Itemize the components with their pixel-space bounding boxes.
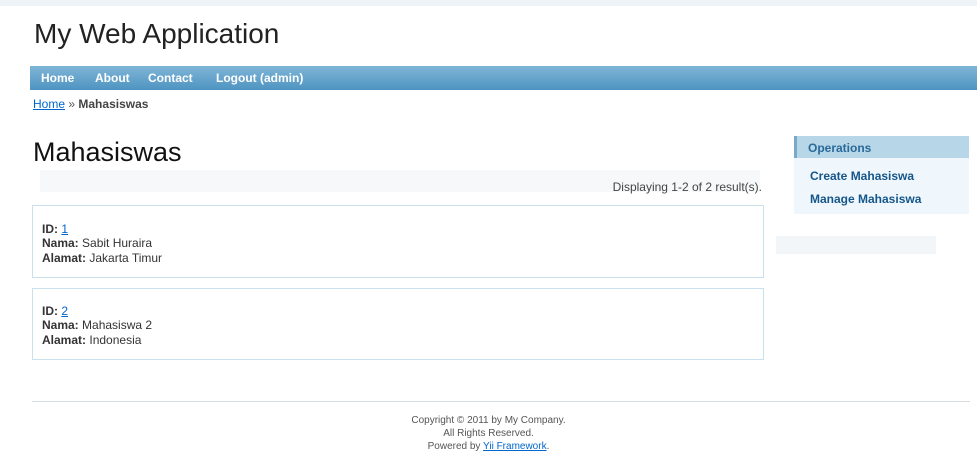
id-label: ID: (42, 304, 58, 318)
result-summary: Displaying 1-2 of 2 result(s). (612, 180, 762, 194)
app-title: My Web Application (34, 18, 280, 49)
alamat-value: Indonesia (89, 333, 142, 347)
create-mahasiswa-link[interactable]: Create Mahasiswa (810, 169, 914, 183)
footer-powered-suffix: . (546, 441, 550, 452)
list-item: ID: 1 Nama: Sabit Huraira Alamat: Jakart… (32, 205, 764, 278)
sidebar-header: Operations (794, 136, 969, 158)
footer-powered-prefix: Powered by (427, 441, 481, 452)
top-border (0, 0, 977, 6)
item-id-line: ID: 2 (42, 304, 68, 318)
page: My Web Application Home About Contact Lo… (0, 0, 977, 475)
nav-logout[interactable]: Logout (admin) (216, 71, 303, 85)
item-id-link[interactable]: 2 (61, 304, 68, 318)
alamat-value: Jakarta Timur (89, 251, 163, 265)
alamat-label: Alamat: (42, 251, 87, 265)
nav-contact[interactable]: Contact (148, 71, 193, 85)
page-title: Mahasiswas (33, 137, 182, 167)
footer-divider (32, 401, 970, 402)
footer-rights: All Rights Reserved. (443, 428, 534, 439)
footer-copyright: Copyright © 2011 by My Company. (411, 415, 566, 426)
item-id-link[interactable]: 1 (61, 222, 68, 236)
main-nav: Home About Contact Logout (admin) (30, 66, 977, 90)
breadcrumb-current: Mahasiswas (78, 97, 149, 111)
sidebar-title: Operations (808, 141, 872, 155)
nama-value: Sabit Huraira (82, 236, 153, 250)
yii-framework-link[interactable]: Yii Framework (483, 441, 547, 452)
breadcrumb: Home » Mahasiswas (33, 97, 148, 111)
id-label: ID: (42, 222, 58, 236)
ghost-side-bar (776, 236, 936, 254)
breadcrumb-home-link[interactable]: Home (33, 97, 65, 111)
footer-powered: Powered by Yii Framework. (0, 440, 977, 453)
operations-sidebar: Operations Create Mahasiswa Manage Mahas… (794, 136, 969, 214)
breadcrumb-separator: » (68, 97, 76, 111)
nama-label: Nama: (42, 236, 79, 250)
item-alamat-line: Alamat: Jakarta Timur (42, 251, 162, 265)
item-nama-line: Nama: Mahasiswa 2 (42, 318, 152, 332)
manage-mahasiswa-link[interactable]: Manage Mahasiswa (810, 192, 921, 206)
item-alamat-line: Alamat: Indonesia (42, 333, 141, 347)
nama-label: Nama: (42, 318, 79, 332)
alamat-label: Alamat: (42, 333, 87, 347)
item-nama-line: Nama: Sabit Huraira (42, 236, 152, 250)
nav-home[interactable]: Home (41, 71, 74, 85)
nav-about[interactable]: About (95, 71, 130, 85)
footer: Copyright © 2011 by My Company. All Righ… (0, 414, 977, 453)
list-item: ID: 2 Nama: Mahasiswa 2 Alamat: Indonesi… (32, 288, 764, 360)
nama-value: Mahasiswa 2 (82, 318, 153, 332)
item-id-line: ID: 1 (42, 222, 68, 236)
